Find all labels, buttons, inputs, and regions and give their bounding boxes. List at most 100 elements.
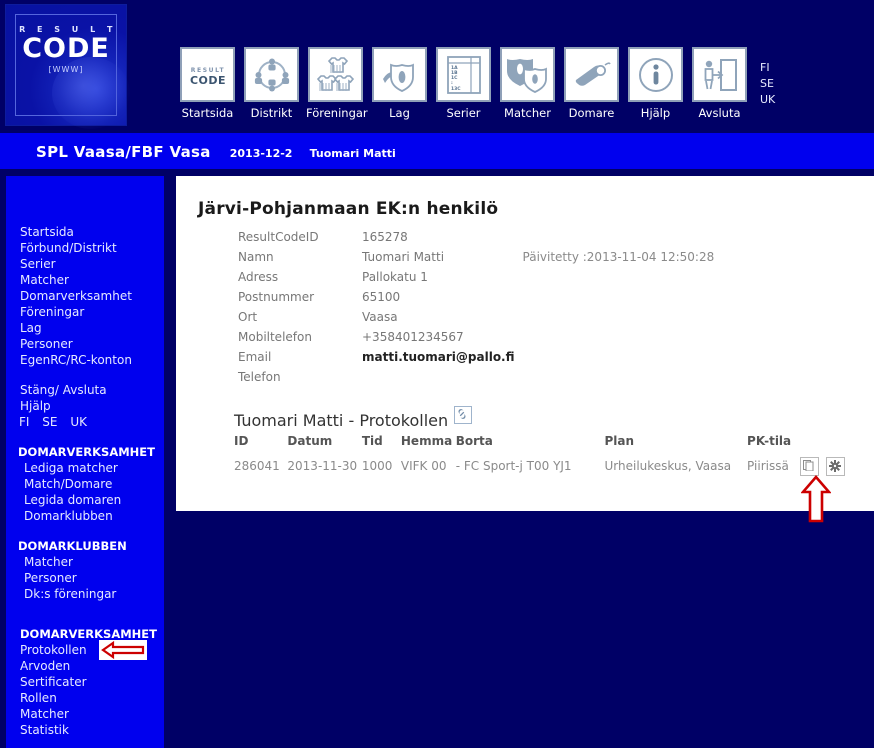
sidebar-item-hjalp[interactable]: Hjälp <box>6 398 164 414</box>
clubs-jerseys-icon <box>308 47 363 102</box>
info-circle-icon <box>628 47 683 102</box>
detail-value: Tuomari Matti <box>362 250 445 264</box>
col-header-hemma: Hemma <box>400 434 453 448</box>
detail-value: +358401234567 <box>362 330 464 344</box>
sidebar-item-dk-matcher[interactable]: Matcher <box>6 554 164 570</box>
referee-whistle-icon-glyph <box>575 61 611 86</box>
sidebar-item-lediga-matcher[interactable]: Lediga matcher <box>6 460 164 476</box>
person-details-table: ResultCodeID 165278 Namn Tuomari Matti P… <box>238 230 714 390</box>
col-header-plan: Plan <box>604 434 635 448</box>
sidebar-item-dks-foreningar[interactable]: Dk:s föreningar <box>6 586 164 602</box>
copy-pages-icon[interactable] <box>800 456 820 476</box>
nav-label: Distrikt <box>250 106 293 120</box>
cell-pk-tila: Piirissä <box>747 459 789 473</box>
protocols-section-title: Tuomari Matti - Protokollen <box>234 406 473 430</box>
sidebar-item-stang-avsluta[interactable]: Stäng/ Avsluta <box>6 382 164 398</box>
lang-fi[interactable]: FI <box>760 60 775 76</box>
sidebar-item-arvoden[interactable]: Arvoden <box>6 658 164 674</box>
referee-whistle-icon <box>564 47 619 102</box>
detail-label: Telefon <box>238 370 281 384</box>
sidebar-item-protokollen[interactable]: Protokollen <box>6 640 164 660</box>
sidebar-item-legida-domaren[interactable]: Legida domaren <box>6 492 164 508</box>
detail-row: Mobiltelefon +358401234567 <box>238 330 714 350</box>
detail-value: 165278 <box>362 230 408 244</box>
sidebar-item-matcher[interactable]: Matcher <box>6 272 164 288</box>
sidebar-lang-se[interactable]: SE <box>42 415 57 429</box>
svg-text::: : <box>451 81 453 86</box>
lang-se[interactable]: SE <box>760 76 775 92</box>
svg-text:13C: 13C <box>451 86 461 92</box>
top-bar: R E S U L T CODE [WWW] RESULT CODE Start… <box>0 0 874 129</box>
nav-item-hjalp[interactable]: Hjälp <box>626 47 685 120</box>
cell-tid: 1000 <box>361 459 393 473</box>
nav-item-avsluta[interactable]: Avsluta <box>690 47 749 120</box>
nav-item-domare[interactable]: Domare <box>562 47 621 120</box>
nav-label: Avsluta <box>698 106 741 120</box>
col-header-actions <box>797 434 854 456</box>
cell-datum: 2013-11-30 <box>287 459 358 473</box>
sidebar-item-personer[interactable]: Personer <box>6 336 164 352</box>
sidebar-lang-uk[interactable]: UK <box>70 415 87 429</box>
detail-extra: Päivitetty :2013-11-04 12:50:28 <box>522 250 715 264</box>
sidebar-item-egenrc[interactable]: EgenRC/RC-konton <box>6 352 164 368</box>
nav-item-distrikt[interactable]: Distrikt <box>242 47 301 120</box>
table-row[interactable]: 286041 2013-11-30 1000 VIFK 00 - FC Spor… <box>234 456 854 476</box>
info-circle-icon-glyph <box>638 57 673 92</box>
red-up-arrow-icon <box>800 475 832 523</box>
gear-settings-icon[interactable] <box>825 456 845 476</box>
nav-item-startsida[interactable]: RESULT CODE Startsida <box>178 47 237 120</box>
sidebar-item-domarverksamhet[interactable]: Domarverksamhet <box>6 288 164 304</box>
sidebar-item-match-domare[interactable]: Match/Domare <box>6 476 164 492</box>
detail-row: ResultCodeID 165278 <box>238 230 714 250</box>
detail-extra <box>515 230 715 250</box>
col-header-pk-tila: PK-tila <box>747 434 792 448</box>
chain-link-icon[interactable] <box>454 406 473 424</box>
protocols-title-text: Tuomari Matti - Protokollen <box>234 411 449 430</box>
nav-label: Startsida <box>181 106 234 120</box>
cell-borta: - FC Sport-j T00 YJ1 <box>456 456 605 476</box>
sidebar-item-lag[interactable]: Lag <box>6 320 164 336</box>
district-network-icon <box>244 47 299 102</box>
logo-code-text: CODE <box>22 33 110 64</box>
exit-door-icon <box>692 47 747 102</box>
logo-www-text: [WWW] <box>48 65 84 74</box>
sidebar-item-startsida[interactable]: Startsida <box>6 224 164 240</box>
copy-pages-icon-glyph <box>803 459 814 471</box>
sidebar-lang-fi[interactable]: FI <box>19 415 29 429</box>
detail-value-email[interactable]: matti.tuomari@pallo.fi <box>362 350 515 370</box>
lang-uk[interactable]: UK <box>760 92 775 108</box>
sidebar-item-foreningar[interactable]: Föreningar <box>6 304 164 320</box>
cell-id: 286041 <box>234 459 280 473</box>
gear-settings-icon-glyph <box>828 459 841 472</box>
nav-item-matcher[interactable]: vs Matcher <box>498 47 557 120</box>
cell-borta-text: FC Sport-j T00 YJ1 <box>463 459 572 473</box>
detail-label: Ort <box>238 310 258 324</box>
detail-row: Namn Tuomari Matti Päivitetty :2013-11-0… <box>238 250 714 270</box>
clubs-jerseys-icon-glyph <box>316 56 354 91</box>
detail-label: Adress <box>238 270 279 284</box>
detail-row: Postnummer 65100 <box>238 290 714 310</box>
nav-item-lag[interactable]: Lag <box>370 47 429 120</box>
sidebar-item-statistik[interactable]: Statistik <box>6 722 164 738</box>
nav-item-serier[interactable]: 1A 1B 1C :13C Serier <box>434 47 493 120</box>
sidebar-item-rollen[interactable]: Rollen <box>6 690 164 706</box>
detail-row: Ort Vaasa <box>238 310 714 330</box>
sidebar-item-dv-matcher[interactable]: Matcher <box>6 706 164 722</box>
detail-extra <box>515 330 715 350</box>
nav-label: Hjälp <box>640 106 671 120</box>
red-left-arrow-icon <box>99 640 147 660</box>
sidebar-item-sertificater[interactable]: Sertificater <box>6 674 164 690</box>
nav-label: Domare <box>568 106 615 120</box>
left-sidebar: Startsida Förbund/Distrikt Serier Matche… <box>6 176 164 748</box>
sidebar-item-serier[interactable]: Serier <box>6 256 164 272</box>
sidebar-item-domarklubben[interactable]: Domarklubben <box>6 508 164 524</box>
nav-item-foreningar[interactable]: Föreningar <box>306 47 368 120</box>
table-header-row: ID Datum Tid Hemma Borta Plan PK-tila <box>234 434 854 456</box>
sidebar-item-forbund-distrikt[interactable]: Förbund/Distrikt <box>6 240 164 256</box>
col-header-id: ID <box>234 434 249 448</box>
sidebar-item-dk-personer[interactable]: Personer <box>6 570 164 586</box>
cell-hemma: VIFK 00 <box>400 459 447 473</box>
